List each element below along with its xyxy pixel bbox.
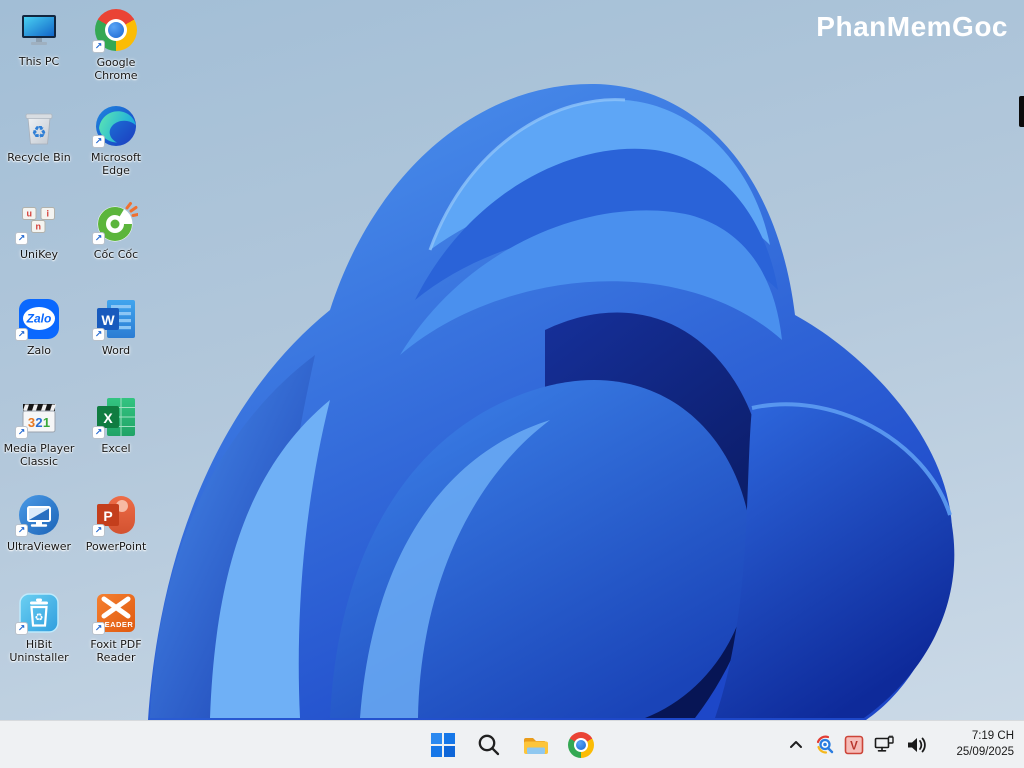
desktop-icon-foxit-pdf-reader[interactable]: READER ↗ Foxit PDF Reader	[78, 591, 154, 664]
tray-clock[interactable]: 7:19 CH 25/09/2025	[934, 729, 1018, 760]
desktop-icon-label: Word	[101, 344, 131, 357]
svg-text:n: n	[35, 222, 41, 232]
chrome-blue-core	[108, 22, 124, 38]
start-button[interactable]	[424, 726, 462, 764]
shortcut-arrow-icon: ↗	[92, 622, 105, 635]
recycle-bin-icon: ♻	[17, 104, 61, 148]
media-player-classic-icon: 3 2 1 ↗	[15, 395, 61, 439]
shortcut-arrow-icon: ↗	[92, 426, 105, 439]
desktop-area[interactable]: PhanMemGoc This PC ↗ Google Chrome ♻ Rec…	[0, 0, 1024, 720]
shortcut-arrow-icon: ↗	[15, 328, 28, 341]
svg-text:2: 2	[35, 415, 42, 430]
desktop-icon-label: Foxit PDF Reader	[90, 638, 142, 665]
tray-v-app-button[interactable]: V	[842, 733, 866, 757]
desktop-icon-powerpoint[interactable]: P ↗ PowerPoint	[78, 493, 154, 553]
file-explorer-icon	[524, 738, 548, 754]
shortcut-arrow-icon: ↗	[92, 232, 105, 245]
desktop-icon-label: Google Chrome	[94, 56, 138, 83]
svg-text:Zalo: Zalo	[26, 312, 52, 326]
tray-scanner-app-button[interactable]	[812, 732, 838, 758]
word-icon: W ↗	[92, 297, 138, 341]
google-chrome-icon	[568, 732, 594, 758]
watermark-text: PhanMemGoc	[816, 11, 1008, 42]
desktop-icon-microsoft-edge[interactable]: ↗ Microsoft Edge	[78, 104, 154, 177]
system-tray: V 7:19 CH 25/09/2025	[784, 721, 1018, 768]
desktop-icon-zalo[interactable]: Zalo ↗ Zalo	[1, 297, 77, 357]
shortcut-arrow-icon: ↗	[15, 524, 28, 537]
tray-hidden-icons-button[interactable]	[784, 733, 808, 757]
shortcut-arrow-icon: ↗	[92, 524, 105, 537]
svg-text:u: u	[26, 209, 32, 219]
shortcut-arrow-icon: ↗	[15, 426, 28, 439]
desktop-icon-label: Media Player Classic	[3, 442, 75, 469]
desktop-icon-excel[interactable]: X ↗ Excel	[78, 395, 154, 455]
desktop-icon-unikey[interactable]: u i n ↗ UniKey	[1, 201, 77, 261]
file-explorer-button[interactable]	[516, 726, 554, 764]
desktop-icon-label: PowerPoint	[85, 540, 147, 553]
desktop-icon-hibit-uninstaller[interactable]: ♻ ↗ HiBit Uninstaller	[1, 591, 77, 664]
windows-start-icon	[431, 733, 455, 757]
desktop-icon-recycle-bin[interactable]: ♻ Recycle Bin	[1, 104, 77, 164]
desktop-icon-label: This PC	[18, 55, 60, 68]
svg-text:♻: ♻	[31, 123, 46, 142]
foxit-pdf-reader-icon: READER ↗	[92, 591, 138, 635]
search-button[interactable]	[470, 726, 508, 764]
svg-text:P: P	[103, 508, 112, 524]
svg-text:♻: ♻	[35, 613, 44, 624]
zalo-icon: Zalo ↗	[15, 297, 61, 341]
google-chrome-icon: ↗	[92, 9, 138, 53]
excel-icon: X ↗	[92, 395, 138, 439]
desktop-icon-label: Recycle Bin	[7, 151, 71, 164]
desktop-icon-media-player-classic[interactable]: 3 2 1 ↗ Media Player Classic	[1, 395, 77, 468]
desktop-icon-this-pc[interactable]: This PC	[1, 8, 77, 68]
chrome-taskbar-button[interactable]	[562, 726, 600, 764]
shortcut-arrow-icon: ↗	[92, 40, 105, 53]
svg-text:3: 3	[28, 415, 35, 430]
hibit-uninstaller-icon: ♻ ↗	[15, 591, 61, 635]
tray-volume-button[interactable]	[902, 731, 930, 759]
svg-text:i: i	[47, 209, 50, 219]
unikey-icon: u i n ↗	[15, 201, 61, 245]
chevron-up-icon	[790, 741, 802, 748]
v-app-icon: V	[844, 735, 864, 755]
this-pc-icon	[17, 8, 61, 52]
desktop-icon-ultraviewer[interactable]: ↗ UltraViewer	[1, 493, 77, 553]
shortcut-arrow-icon: ↗	[15, 622, 28, 635]
shortcut-arrow-icon: ↗	[15, 232, 28, 245]
desktop-icon-label: UniKey	[19, 248, 59, 261]
svg-text:W: W	[101, 312, 115, 328]
tray-network-button[interactable]	[870, 731, 898, 759]
chrome-blue-core	[576, 740, 586, 750]
screen-edge-notch	[1019, 96, 1024, 127]
desktop-icon-coc-coc[interactable]: ↗ Cốc Cốc	[78, 201, 154, 261]
desktop-icon-label: Microsoft Edge	[90, 151, 142, 178]
windows-desktop-screen: PhanMemGoc This PC ↗ Google Chrome ♻ Rec…	[0, 0, 1024, 768]
search-icon	[478, 734, 500, 756]
taskbar: V 7:19 CH 25/09/2025	[0, 720, 1024, 768]
desktop-icon-label: Cốc Cốc	[93, 248, 139, 261]
coc-coc-icon: ↗	[92, 201, 138, 245]
microsoft-edge-icon: ↗	[92, 104, 138, 148]
ultraviewer-icon: ↗	[15, 493, 61, 537]
svg-text:X: X	[103, 410, 113, 426]
desktop-icon-label: UltraViewer	[6, 540, 72, 553]
powerpoint-icon: P ↗	[92, 493, 138, 537]
shortcut-arrow-icon: ↗	[92, 135, 105, 148]
desktop-icon-label: Zalo	[26, 344, 52, 357]
svg-text:V: V	[850, 741, 858, 753]
shortcut-arrow-icon: ↗	[92, 328, 105, 341]
scanner-app-icon	[816, 735, 834, 754]
svg-text:1: 1	[43, 415, 50, 430]
clock-time: 7:19 CH	[971, 730, 1014, 743]
desktop-icon-google-chrome[interactable]: ↗ Google Chrome	[78, 8, 154, 82]
desktop-icon-label: Excel	[101, 442, 131, 455]
desktop-icon-label: HiBit Uninstaller	[9, 638, 69, 665]
clock-date: 25/09/2025	[956, 746, 1014, 758]
desktop-icon-word[interactable]: W ↗ Word	[78, 297, 154, 357]
ethernet-network-icon	[874, 735, 894, 752]
speaker-icon	[908, 737, 926, 753]
